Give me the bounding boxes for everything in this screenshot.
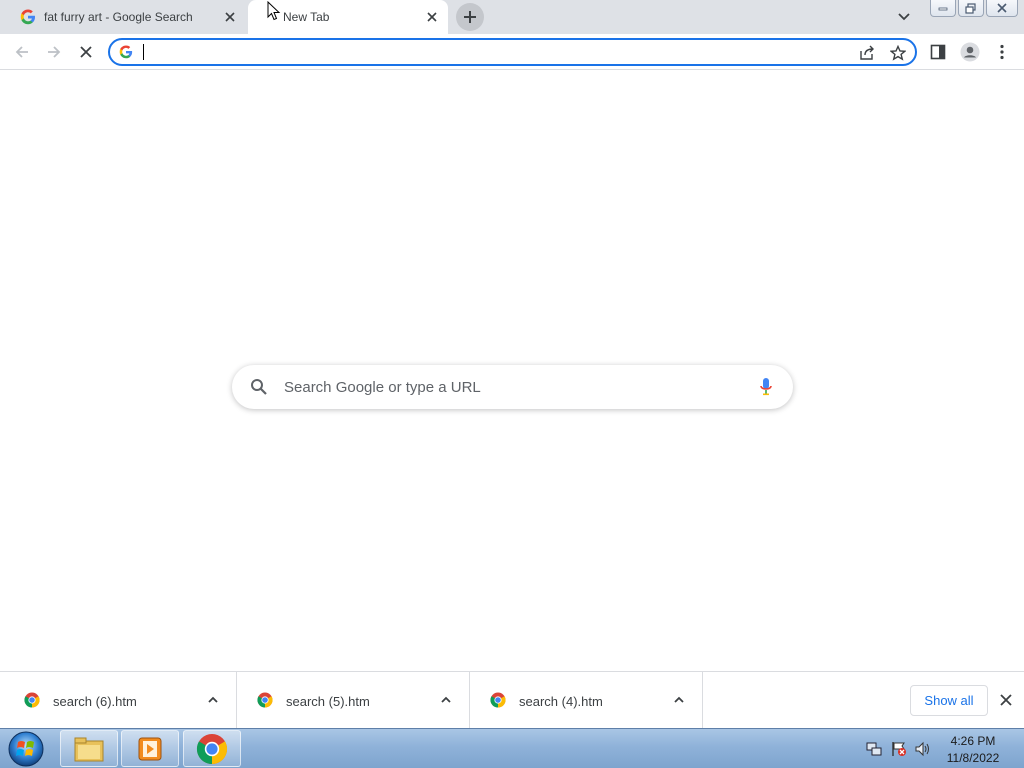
back-button[interactable]	[10, 40, 34, 64]
download-filename: search (4).htm	[519, 694, 603, 709]
side-panel-button[interactable]	[926, 40, 950, 64]
restore-icon	[965, 2, 976, 14]
stop-loading-button[interactable]	[74, 40, 98, 64]
google-g-icon	[119, 45, 133, 59]
share-button[interactable]	[857, 43, 877, 63]
close-tab-icon[interactable]	[222, 9, 238, 25]
forward-button[interactable]	[42, 40, 66, 64]
system-clock[interactable]: 4:26 PM 11/8/2022	[938, 733, 1008, 767]
download-item[interactable]: search (6).htm	[4, 672, 237, 729]
close-window-button[interactable]	[986, 0, 1018, 17]
windows-taskbar: 4:26 PM 11/8/2022	[0, 728, 1024, 768]
tab-strip: fat furry art - Google Search New Tab	[0, 0, 1024, 34]
media-player-icon	[138, 737, 162, 760]
download-item[interactable]: search (4).htm	[470, 672, 703, 729]
mouse-cursor-icon	[267, 1, 281, 21]
tab-google-search[interactable]: fat furry art - Google Search	[8, 0, 246, 34]
address-input[interactable]	[142, 42, 842, 62]
chevron-up-icon[interactable]	[206, 693, 220, 707]
screen: { "browser": { "tabs": [ {"title": "fat …	[0, 0, 1024, 768]
chevron-up-icon[interactable]	[672, 693, 686, 707]
star-icon	[890, 45, 906, 61]
plus-icon	[464, 11, 476, 23]
arrow-right-icon	[48, 46, 61, 58]
chrome-icon	[24, 692, 40, 708]
action-center-flag-icon[interactable]	[891, 741, 907, 757]
download-item[interactable]: search (5).htm	[237, 672, 470, 729]
downloads-shelf: search (6).htm search (5).htm search (4)…	[0, 671, 1024, 729]
chrome-icon	[490, 692, 506, 708]
chrome-icon	[257, 692, 273, 708]
minimize-button[interactable]	[930, 0, 956, 17]
close-icon[interactable]	[998, 692, 1014, 708]
download-filename: search (5).htm	[286, 694, 370, 709]
minimize-icon	[938, 7, 948, 11]
share-icon	[860, 45, 874, 60]
bookmark-button[interactable]	[888, 43, 908, 63]
ntp-search-box[interactable]: Search Google or type a URL	[232, 365, 793, 409]
text-caret	[143, 44, 144, 60]
google-g-icon	[20, 9, 35, 25]
menu-button[interactable]	[990, 40, 1014, 64]
ntp-search-placeholder: Search Google or type a URL	[284, 379, 481, 396]
taskbar-chrome[interactable]	[183, 730, 241, 767]
clock-date: 11/8/2022	[946, 751, 1000, 765]
address-bar[interactable]	[108, 38, 917, 66]
taskbar-media-player[interactable]	[121, 730, 179, 767]
more-vertical-icon	[1000, 44, 1004, 60]
close-tab-icon[interactable]	[424, 9, 440, 25]
restore-button[interactable]	[958, 0, 984, 17]
start-orb-icon[interactable]	[6, 730, 46, 768]
microphone-icon[interactable]	[759, 377, 773, 397]
show-all-downloads-button[interactable]: Show all	[910, 685, 988, 716]
tab-title: New Tab	[283, 10, 330, 24]
clock-time: 4:26 PM	[950, 734, 996, 748]
chevron-up-icon[interactable]	[439, 693, 453, 707]
arrow-left-icon	[15, 46, 28, 58]
browser-toolbar	[0, 34, 1024, 70]
network-icon[interactable]	[866, 741, 882, 757]
close-icon	[80, 46, 92, 58]
volume-icon[interactable]	[915, 741, 931, 757]
download-filename: search (6).htm	[53, 694, 137, 709]
profile-button[interactable]	[958, 40, 982, 64]
tab-search-chevron-icon[interactable]	[894, 8, 914, 26]
file-explorer-icon	[74, 737, 104, 761]
close-icon	[997, 3, 1007, 13]
avatar-icon	[960, 42, 980, 62]
tab-title: fat furry art - Google Search	[44, 10, 193, 24]
chrome-icon	[196, 733, 228, 764]
taskbar-file-explorer[interactable]	[60, 730, 118, 767]
new-tab-button[interactable]	[456, 3, 484, 31]
side-panel-icon	[930, 44, 946, 60]
window-controls	[930, 0, 1018, 18]
search-icon	[251, 379, 267, 395]
